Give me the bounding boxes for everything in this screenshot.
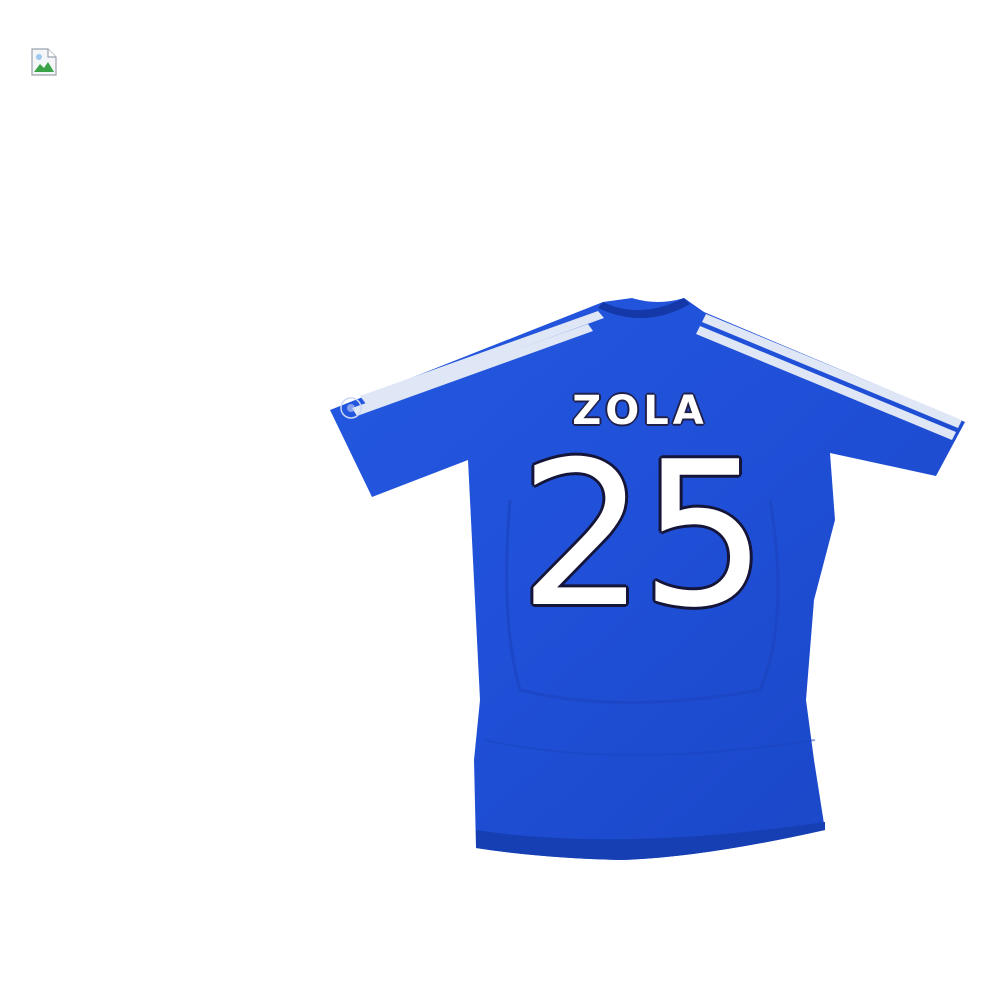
shirt-player-number: 25 [518,419,768,652]
image-canvas: ZOLA 25 [0,0,1000,1000]
football-shirt-image [330,298,965,860]
